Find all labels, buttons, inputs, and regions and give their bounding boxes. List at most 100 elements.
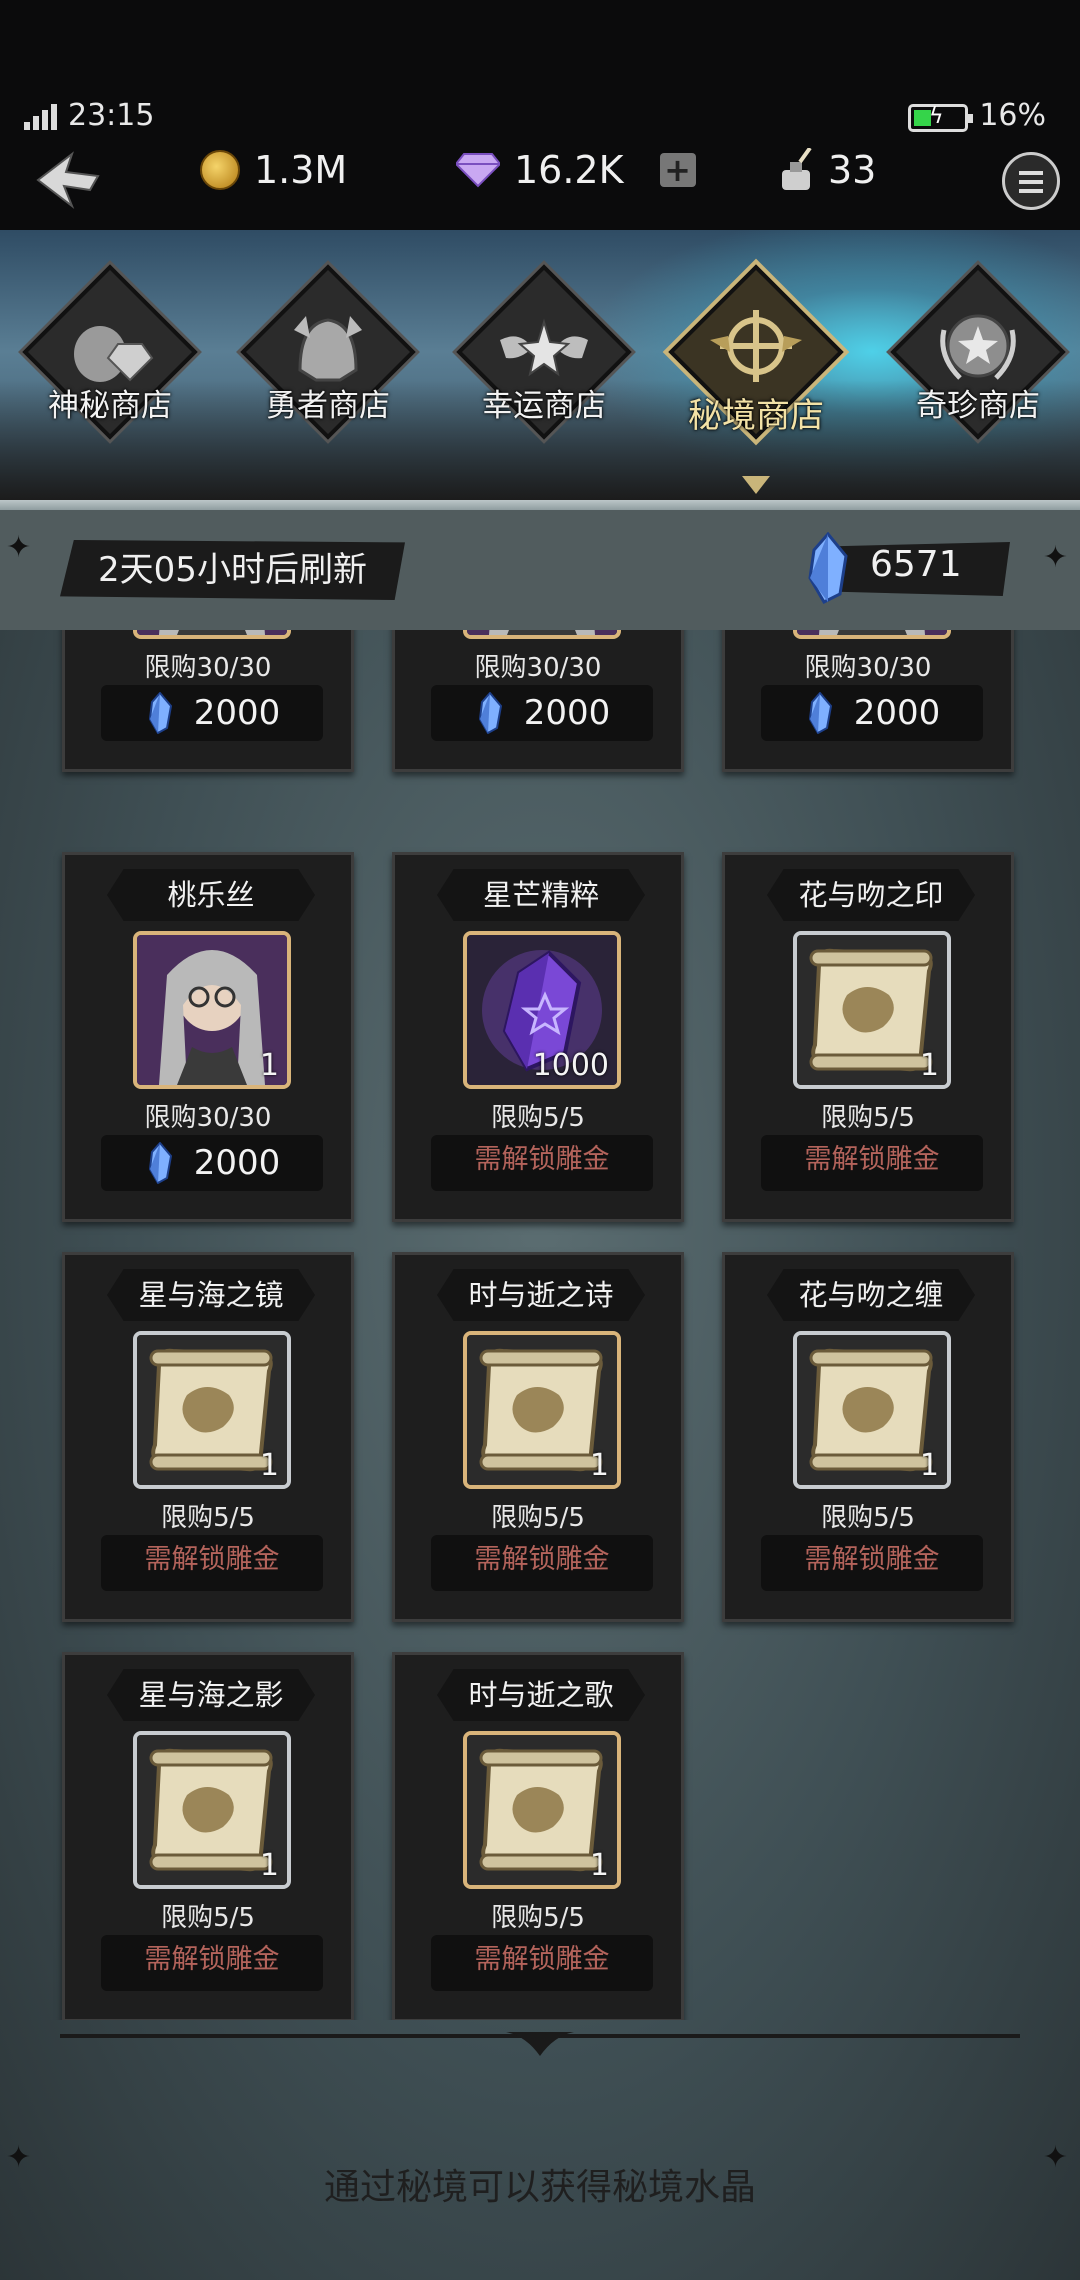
item-quantity: 1 (259, 1448, 279, 1483)
item-quantity: 1 (919, 1048, 939, 1083)
corner-star-icon: ✦ (6, 530, 32, 565)
shop-item-card[interactable]: 1 限购30/30 2000 (722, 630, 1014, 772)
add-diamonds-button[interactable]: + (659, 153, 696, 187)
back-arrow-icon (36, 151, 100, 210)
tab-hero-shop[interactable]: 勇者商店 (228, 264, 428, 470)
purchase-limit: 限购5/5 (491, 1503, 585, 1533)
item-quantity: 1 (590, 630, 609, 633)
shop-item-card[interactable]: 星与海之影 1 限购5/5 需解锁雕金 (62, 1652, 354, 2020)
purchase-limit: 限购5/5 (161, 1503, 255, 1533)
locked-price[interactable]: 需解锁雕金 (761, 1135, 983, 1191)
secret-realm-shop-screen: 23:15 ϟ 16% 1.3M 16.2K + 33 神秘商店 勇者商店 幸运… (0, 0, 1080, 2280)
item-thumbnail: 1 (463, 1731, 621, 1889)
purchase-limit: 限购5/5 (821, 1103, 915, 1133)
item-thumbnail: 1 (463, 1331, 621, 1489)
item-name: 星与海之镜 (107, 1269, 315, 1321)
locked-price[interactable]: 需解锁雕金 (431, 1135, 653, 1191)
shop-item-card[interactable]: 时与逝之歌 1 限购5/5 需解锁雕金 (392, 1652, 684, 2020)
purchase-limit: 限购30/30 (804, 653, 932, 683)
buy-button[interactable]: 2000 (431, 685, 653, 741)
item-quantity: 1 (260, 630, 279, 633)
blue-crystal-icon (478, 692, 502, 734)
locked-price[interactable]: 需解锁雕金 (431, 1935, 653, 1991)
purchase-limit: 限购30/30 (144, 653, 272, 683)
purchase-limit: 限购5/5 (161, 1903, 255, 1933)
item-thumbnail: 1 (793, 931, 951, 1089)
tab-lucky-shop[interactable]: 幸运商店 (444, 264, 644, 470)
item-grid: 1 限购30/30 2000 1 限购30/30 2000 1 限购30/30 2000 桃乐丝 1… (0, 630, 1080, 2020)
signal-icon (24, 104, 58, 130)
tab-label: 奇珍商店 (916, 388, 1040, 424)
item-name: 桃乐丝 (107, 869, 315, 921)
footer: ✦ ✦ 通过秘境可以获得秘境水晶 (0, 2020, 1080, 2280)
price-amount: 2000 (523, 693, 611, 733)
item-quantity: 1 (589, 1448, 609, 1483)
item-quantity: 1 (259, 1048, 279, 1083)
battery-icon: ϟ (908, 104, 973, 132)
tab-label: 勇者商店 (266, 388, 390, 424)
shop-item-card[interactable]: 花与吻之印 1 限购5/5 需解锁雕金 (722, 852, 1014, 1222)
crosshair-emblem-icon (710, 310, 802, 382)
menu-button[interactable] (1002, 152, 1060, 210)
tab-treasure-shop[interactable]: 奇珍商店 (878, 264, 1078, 470)
diamond-icon (456, 153, 500, 188)
purchase-limit: 限购5/5 (491, 1903, 585, 1933)
corner-star-icon: ✦ (1042, 540, 1068, 575)
item-quantity: 1 (589, 1848, 609, 1883)
item-quantity: 1 (259, 1848, 279, 1883)
price-amount: 2000 (853, 693, 941, 733)
tab-label: 秘境商店 (688, 396, 824, 436)
buy-button[interactable]: 2000 (101, 685, 323, 741)
locked-price[interactable]: 需解锁雕金 (431, 1535, 653, 1591)
crystal-amount: 6571 (870, 544, 962, 585)
buy-button[interactable]: 2000 (101, 1135, 323, 1191)
buy-button[interactable]: 2000 (761, 685, 983, 741)
top-bar: 1.3M 16.2K + 33 (0, 130, 1080, 230)
purchase-limit: 限购30/30 (474, 653, 602, 683)
item-thumbnail: 1 (133, 630, 291, 639)
tab-secret-realm-shop[interactable]: 秘境商店 (656, 264, 856, 494)
locked-price[interactable]: 需解锁雕金 (101, 1535, 323, 1591)
shop-item-card[interactable]: 1 限购30/30 2000 (392, 630, 684, 772)
diamond-counter: 16.2K + (456, 140, 696, 200)
item-quantity: 1 (919, 1448, 939, 1483)
item-quantity: 1 (920, 630, 939, 633)
item-thumbnail: 1 (133, 1331, 291, 1489)
item-thumbnail: 1 (133, 1731, 291, 1889)
back-button[interactable] (28, 140, 108, 220)
crystal-balance: 6571 (790, 532, 1020, 604)
shop-item-card[interactable]: 花与吻之缠 1 限购5/5 需解锁雕金 (722, 1252, 1014, 1622)
locked-price[interactable]: 需解锁雕金 (101, 1935, 323, 1991)
gold-amount: 1.3M (254, 148, 348, 192)
purchase-limit: 限购30/30 (144, 1103, 272, 1133)
item-name: 时与逝之歌 (437, 1669, 645, 1721)
shop-item-card[interactable]: 1 限购30/30 2000 (62, 630, 354, 772)
item-name: 星芒精粹 (437, 869, 645, 921)
shop-item-card[interactable]: 桃乐丝 1 限购30/30 2000 (62, 852, 354, 1222)
item-quantity: 1000 (532, 1048, 609, 1083)
price-amount: 2000 (193, 693, 281, 733)
blue-crystal-icon (808, 532, 848, 604)
item-thumbnail: 1000 (463, 931, 621, 1089)
ink-counter: 33 (778, 140, 876, 200)
locked-price[interactable]: 需解锁雕金 (761, 1535, 983, 1591)
blue-crystal-icon (148, 692, 172, 734)
item-thumbnail: 1 (793, 630, 951, 639)
item-name: 星与海之影 (107, 1669, 315, 1721)
battery-percent: 16% (979, 98, 1046, 133)
shop-item-card[interactable]: 星芒精粹 1000 限购5/5 需解锁雕金 (392, 852, 684, 1222)
shop-item-card[interactable]: 星与海之镜 1 限购5/5 需解锁雕金 (62, 1252, 354, 1622)
tab-mystery-shop[interactable]: 神秘商店 (10, 264, 210, 470)
item-name: 花与吻之缠 (767, 1269, 975, 1321)
refresh-timer: 2天05小时后刷新 (60, 540, 405, 600)
divider-ornament-icon (506, 2032, 574, 2056)
shop-item-card[interactable]: 时与逝之诗 1 限购5/5 需解锁雕金 (392, 1252, 684, 1622)
ink-amount: 33 (828, 148, 877, 192)
clock: 23:15 (68, 98, 155, 133)
purchase-limit: 限购5/5 (491, 1103, 585, 1133)
item-thumbnail: 1 (793, 1331, 951, 1489)
chevron-down-icon (742, 476, 770, 494)
item-name: 时与逝之诗 (437, 1269, 645, 1321)
gold-counter: 1.3M (200, 140, 347, 200)
diamond-amount: 16.2K (514, 148, 624, 192)
